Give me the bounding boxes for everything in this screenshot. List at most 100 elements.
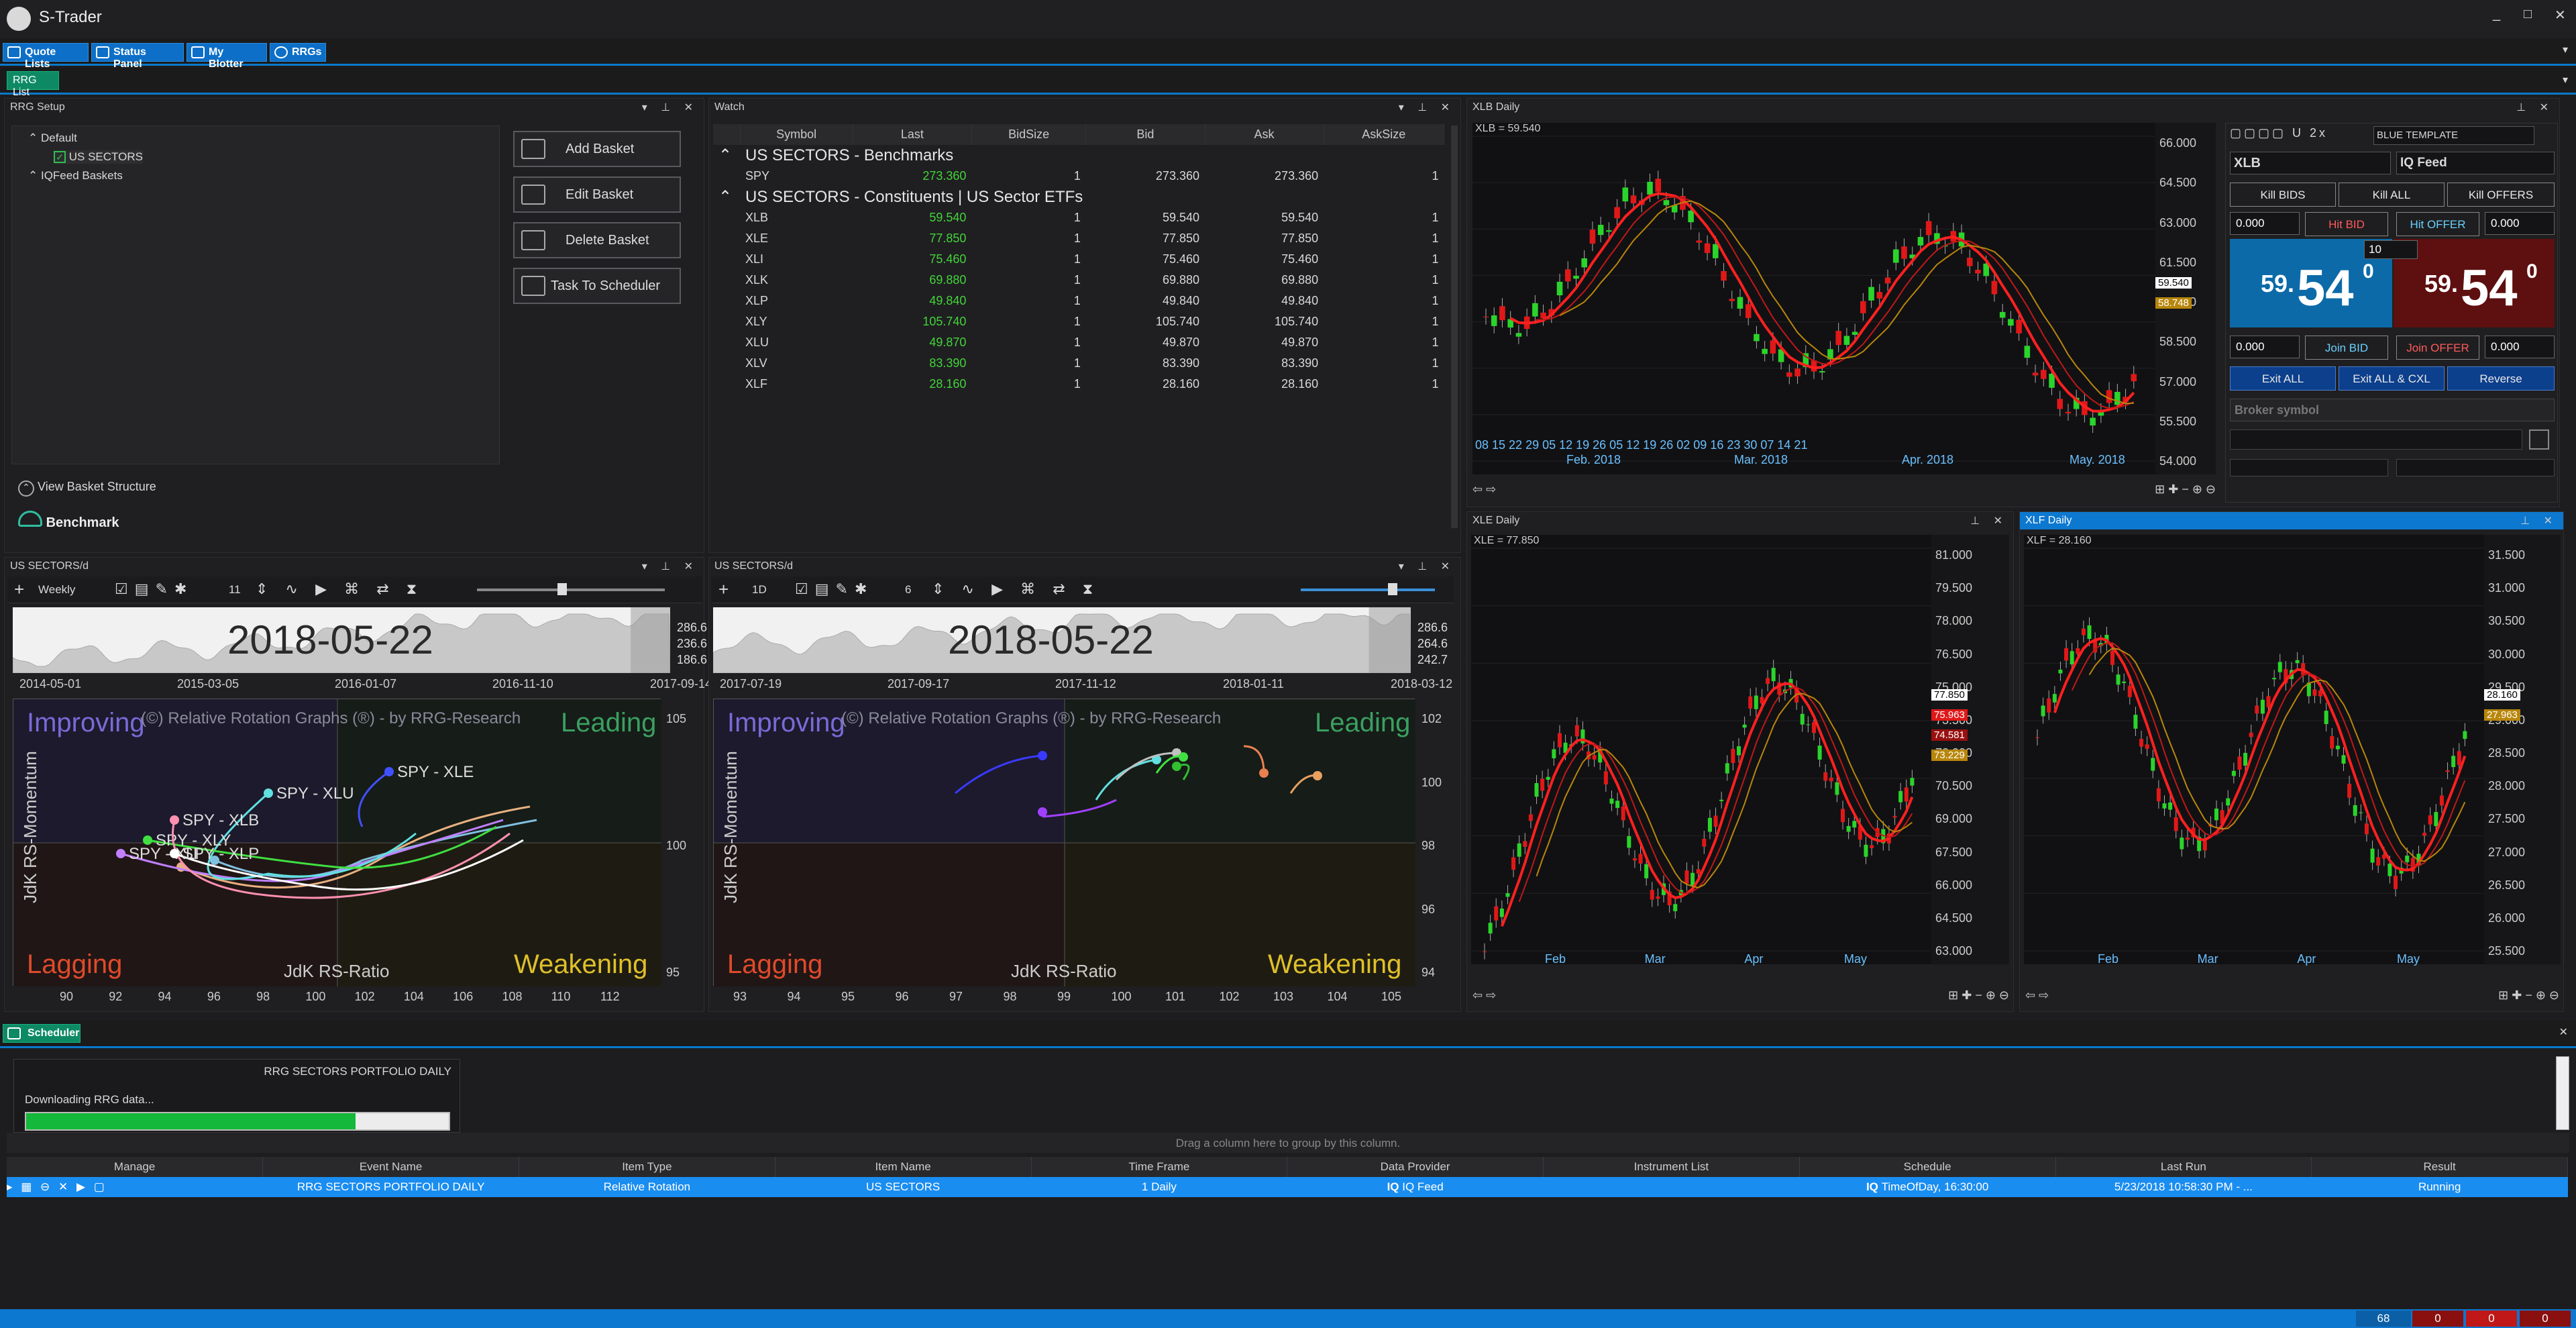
column-header[interactable]: Item Type [519, 1157, 775, 1177]
rrg-play-icons[interactable]: ⇕ ∿ ▶ ⌘ ⇄ ⧗ [932, 580, 1099, 598]
checkbox-checked-icon[interactable]: ✓ [54, 151, 66, 163]
broker-symbol-field[interactable]: Broker symbol [2230, 399, 2555, 421]
rrg-left-plot[interactable]: Improving Leading Lagging Weakening (©) Rela… [13, 699, 661, 986]
table-row[interactable]: XLP 49.840 1 49.840 49.840 1 [713, 291, 1444, 311]
feed-select[interactable]: IQ Feed [2396, 152, 2555, 174]
tree-node-default[interactable]: ⌃ Default [28, 132, 77, 145]
table-row[interactable]: ▸ ▦ ⊖ ✕ ▶ ▢ RRG SECTORS PORTFOLIO DAILY Re… [7, 1177, 2568, 1197]
panel-controls-icon[interactable]: ⊥ ✕ [2516, 101, 2554, 114]
panel-controls-icon[interactable]: ⊥ ✕ [1970, 514, 2008, 527]
column-header[interactable]: Item Name [775, 1157, 1032, 1177]
xlb-chart-nav[interactable]: ⇦ ⇨ ⊞ ✚ − ⊕ ⊖ [1472, 482, 2216, 503]
benchmark-link[interactable]: Benchmark [18, 511, 119, 531]
column-header[interactable]: Instrument List [1543, 1157, 1800, 1177]
xlf-chart-area[interactable]: XLF = 28.160 [2024, 535, 2484, 964]
column-header[interactable]: AskSize [1324, 124, 1445, 145]
toolbar-menu-arrow-icon[interactable]: ▾ [2563, 43, 2568, 56]
delete-basket-button[interactable]: Delete Basket [513, 222, 681, 258]
rrg-tool-icons[interactable]: ☑▤✎✱ [115, 580, 193, 598]
minimize-button[interactable]: _ [2493, 7, 2500, 22]
date-slider[interactable] [1301, 583, 1435, 595]
column-header[interactable]: Result [2311, 1157, 2568, 1177]
column-header[interactable]: Data Provider [1287, 1157, 1544, 1177]
kill-bids-button[interactable]: Kill BIDS [2230, 183, 2336, 207]
close-button[interactable]: ✕ [2555, 7, 2566, 23]
table-row[interactable]: XLE 77.850 1 77.850 77.850 1 [713, 228, 1444, 249]
group-row[interactable]: ⌃ US SECTORS - Constituents | US Sector E… [713, 187, 1444, 207]
join-offer-button[interactable]: Join OFFER [2396, 336, 2479, 360]
table-row[interactable]: XLV 83.390 1 83.390 83.390 1 [713, 353, 1444, 374]
rrg-right-plot[interactable]: Improving Leading Lagging Weakening (©) Rela… [713, 699, 1415, 986]
zoom-controls-icon[interactable]: ⊞ ✚ − ⊕ ⊖ [1948, 988, 2009, 1003]
rrg-tool-icons[interactable]: ☑▤✎✱ [795, 580, 873, 598]
table-row[interactable]: XLF 28.160 1 28.160 28.160 1 [713, 374, 1444, 395]
tree-node-iqfeed-baskets[interactable]: ⌃ IQFeed Baskets [28, 169, 123, 183]
period-select[interactable]: Weekly [38, 583, 75, 597]
column-header[interactable]: BidSize [971, 124, 1087, 145]
table-row[interactable]: XLU 49.870 1 49.870 49.870 1 [713, 332, 1444, 353]
table-row[interactable]: XLB 59.540 1 59.540 59.540 1 [713, 207, 1444, 228]
panel-controls-icon[interactable]: ⊥ ✕ [2520, 514, 2558, 527]
panel-controls-icon[interactable]: ▾ ⊥ ✕ [1399, 560, 1455, 573]
collapse-icon[interactable]: ⌃ [713, 145, 740, 166]
kill-offers-button[interactable]: Kill OFFERS [2447, 183, 2555, 207]
hit-bid-button[interactable]: Hit BID [2305, 212, 2388, 236]
xlb-chart-area[interactable]: 08 15 22 29 05 12 19 26 05 12 19 26 02 0… [1472, 123, 2155, 474]
tif-select[interactable] [2396, 459, 2555, 476]
reverse-button[interactable]: Reverse [2447, 366, 2555, 391]
panel-controls-icon[interactable]: ▾ ⊥ ✕ [642, 560, 698, 573]
bid-quantity-input[interactable]: 0.000 [2230, 212, 2300, 235]
manage-action-icons[interactable]: ▸ ▦ ⊖ ✕ ▶ ▢ [7, 1180, 107, 1193]
watch-scrollbar[interactable] [1451, 125, 1458, 528]
exit-all-cxl-button[interactable]: Exit ALL & CXL [2339, 366, 2445, 391]
ask-price-tile[interactable]: 59. 54 0 [2394, 239, 2555, 327]
rrgs-button[interactable]: RRGs [270, 43, 326, 62]
column-header[interactable]: Bid [1085, 124, 1205, 145]
panel-controls-icon[interactable]: ▾ ⊥ ✕ [1399, 101, 1455, 114]
group-row[interactable]: ⌃ US SECTORS - Benchmarks [713, 145, 1444, 166]
table-row[interactable]: XLI 75.460 1 75.460 75.460 1 [713, 249, 1444, 270]
rrg-play-icons[interactable]: ⇕ ∿ ▶ ⌘ ⇄ ⧗ [256, 580, 423, 598]
xle-chart-nav[interactable]: ⇦ ⇨ ⊞ ✚ − ⊕ ⊖ [1472, 988, 2009, 1009]
add-icon[interactable]: + [14, 579, 24, 600]
column-header[interactable]: Event Name [262, 1157, 519, 1177]
join-bid-quantity-input[interactable]: 0.000 [2230, 336, 2300, 358]
symbol-field[interactable]: XLB [2230, 152, 2391, 174]
table-row[interactable]: XLY 105.740 1 105.740 105.740 1 [713, 311, 1444, 332]
column-header[interactable]: Symbol [740, 124, 853, 145]
group-by-area[interactable]: Drag a column here to group by this colu… [7, 1133, 2569, 1153]
tree-node-us-sectors[interactable]: ✓ US SECTORS [54, 150, 143, 164]
period-select[interactable]: 1D [752, 583, 767, 597]
scheduler-close-icon[interactable]: ✕ [2559, 1025, 2568, 1039]
status-panel-button[interactable]: Status Panel [91, 43, 184, 70]
join-bid-button[interactable]: Join BID [2305, 336, 2388, 360]
tail-length-input[interactable]: 11 [229, 583, 241, 597]
xle-candlestick-svg[interactable] [1471, 535, 1931, 964]
zoom-controls-icon[interactable]: ⊞ ✚ − ⊕ ⊖ [2498, 988, 2559, 1003]
column-header[interactable]: Last [853, 124, 972, 145]
rrg-list-tab[interactable]: RRG List [7, 71, 59, 98]
order-size-input[interactable]: 10 [2364, 240, 2418, 259]
xle-chart-area[interactable]: XLE = 77.850 [1471, 535, 1931, 964]
task-to-scheduler-button[interactable]: Task To Scheduler [513, 268, 681, 304]
template-select[interactable]: BLUE TEMPLATE [2373, 126, 2534, 145]
rrg-left-svg[interactable]: Improving Leading Lagging Weakening (©) Rela… [13, 699, 661, 986]
xlf-chart-nav[interactable]: ⇦ ⇨ ⊞ ✚ − ⊕ ⊖ [2025, 988, 2559, 1009]
quote-lists-button[interactable]: Quote Lists [3, 43, 89, 70]
add-icon[interactable]: + [718, 579, 729, 600]
date-slider[interactable] [477, 583, 665, 595]
edit-basket-button[interactable]: Edit Basket [513, 176, 681, 213]
join-offer-quantity-input[interactable]: 0.000 [2485, 336, 2555, 358]
maximize-button[interactable]: □ [2524, 7, 2532, 22]
account-select[interactable] [2230, 429, 2522, 450]
collapse-icon[interactable]: ⌃ [713, 187, 740, 207]
confirm-checkbox-icon[interactable] [2529, 429, 2549, 450]
kill-all-button[interactable]: Kill ALL [2339, 183, 2445, 207]
table-row[interactable]: XLK 69.880 1 69.880 69.880 1 [713, 270, 1444, 291]
xlf-candlestick-svg[interactable] [2024, 535, 2484, 964]
tail-length-input[interactable]: 6 [905, 583, 911, 597]
my-blotter-button[interactable]: My Blotter [186, 43, 267, 70]
column-header[interactable]: Schedule [1799, 1157, 2056, 1177]
subbar-menu-arrow-icon[interactable]: ▾ [2563, 73, 2568, 87]
offer-quantity-input[interactable]: 0.000 [2485, 212, 2555, 235]
